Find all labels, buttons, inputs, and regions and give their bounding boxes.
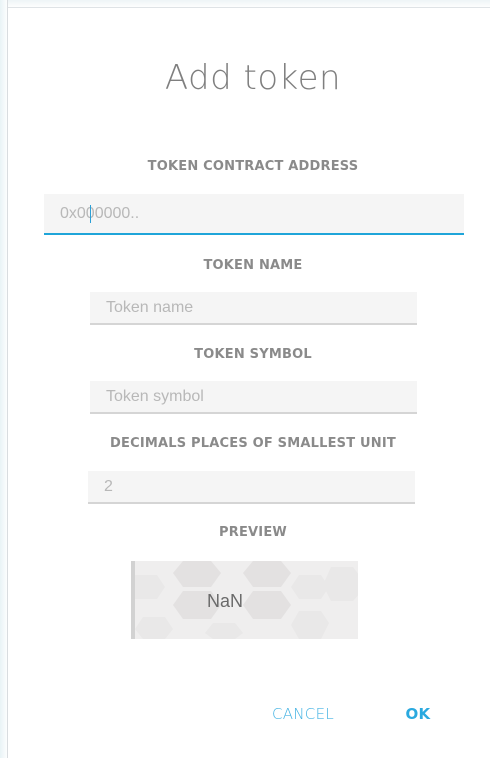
preview-label: PREVIEW	[219, 525, 287, 540]
dialog-top-border	[8, 7, 490, 8]
preview-balance: NaN	[206, 591, 243, 611]
token-preview-card: NaN	[131, 561, 358, 639]
dialog-left-border	[7, 0, 8, 758]
text-caret	[90, 205, 91, 223]
decimals-input[interactable]	[88, 471, 415, 504]
cancel-button[interactable]: CANCEL	[262, 700, 344, 728]
contract-address-input[interactable]	[44, 194, 464, 235]
contract-address-label: TOKEN CONTRACT ADDRESS	[147, 159, 359, 174]
dialog-title: Add token	[164, 58, 342, 98]
token-symbol-label: TOKEN SYMBOL	[194, 347, 312, 362]
ok-button[interactable]: OK	[396, 700, 440, 728]
token-name-label: TOKEN NAME	[203, 258, 303, 273]
token-symbol-input[interactable]	[90, 381, 417, 414]
decimals-label: DECIMALS PLACES OF SMALLEST UNIT	[110, 436, 396, 451]
token-name-input[interactable]	[90, 292, 417, 325]
